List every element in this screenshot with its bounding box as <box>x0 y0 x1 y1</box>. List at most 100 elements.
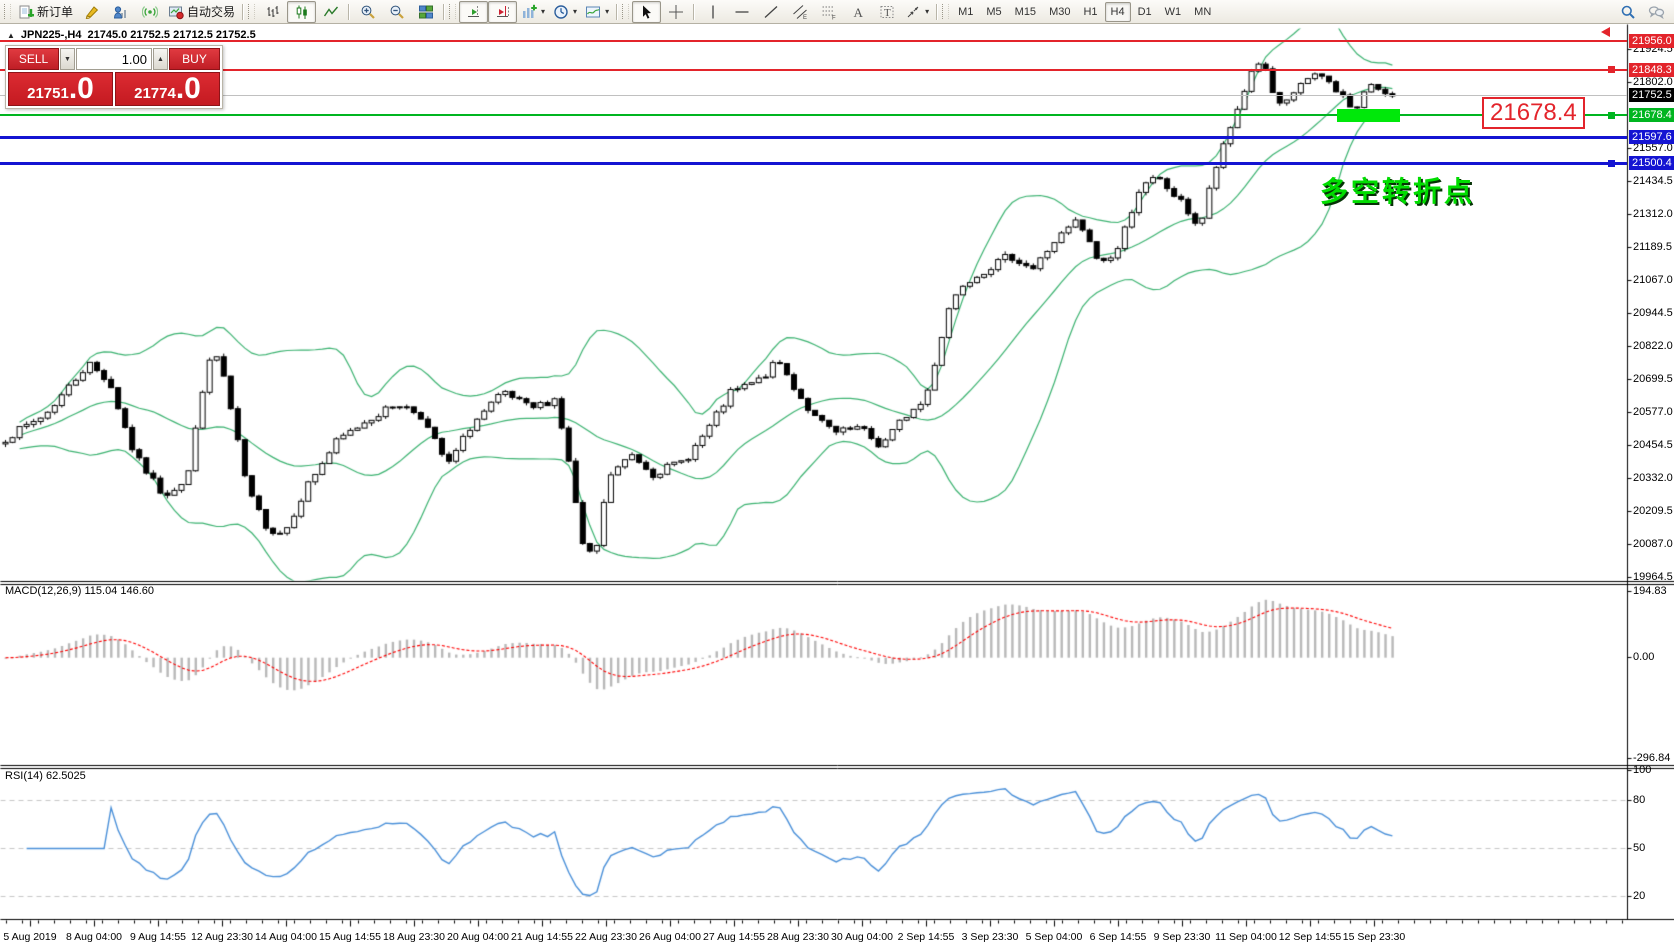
auto-scroll-icon <box>467 5 479 17</box>
toolbar-grip[interactable] <box>942 4 950 19</box>
auto-scroll-button[interactable] <box>459 0 489 23</box>
chart-shift-button[interactable] <box>488 0 518 23</box>
fibonacci-icon: F <box>822 6 836 20</box>
periods-button[interactable]: ▾ <box>549 1 581 23</box>
timeframe-W1[interactable]: W1 <box>1159 2 1188 22</box>
toolbar-grip[interactable] <box>4 4 11 19</box>
clock-icon <box>554 4 568 19</box>
profile-button[interactable] <box>106 1 135 23</box>
autotrade-button[interactable]: 自动交易 <box>164 1 239 23</box>
timeframe-M30[interactable]: M30 <box>1043 2 1076 22</box>
trendline-tool-button[interactable] <box>756 1 785 23</box>
collapse-panel-icon[interactable]: ▲ <box>7 31 15 40</box>
timeframe-M1[interactable]: M1 <box>952 2 979 22</box>
signal-button[interactable] <box>135 1 164 23</box>
timeframe-H1[interactable]: H1 <box>1077 2 1103 22</box>
svg-text:F: F <box>832 15 836 20</box>
zoom-out-button[interactable] <box>382 1 411 23</box>
trendline-icon <box>764 5 778 18</box>
sell-price-main: 21751 <box>27 84 69 102</box>
cursor-tool-button[interactable] <box>632 0 662 23</box>
line-handle-21848.3[interactable] <box>1608 66 1615 74</box>
horizontal-line-21848.3[interactable] <box>0 68 1627 71</box>
tile-windows-icon <box>418 5 433 18</box>
indicators-button[interactable]: ▾ <box>517 1 549 23</box>
timeframe-M15[interactable]: M15 <box>1009 2 1042 22</box>
toolbar-separator <box>616 3 619 20</box>
sell-button[interactable]: SELL <box>8 48 59 70</box>
horizontal-line-21752.5[interactable] <box>0 94 1627 96</box>
timeframe-group: M1 M5 M15 M30 H1 H4 D1 W1 MN <box>952 1 1217 22</box>
buy-price-main: 21774 <box>134 84 176 102</box>
new-order-label: 新订单 <box>37 5 74 19</box>
templates-dropdown-caret[interactable]: ▾ <box>605 7 609 16</box>
arrows-dropdown-caret[interactable]: ▾ <box>925 7 929 16</box>
crosshair-tool-button[interactable] <box>661 1 690 23</box>
zoom-in-icon <box>361 5 375 19</box>
rsi-indicator-label: RSI(14) 62.5025 <box>5 770 86 782</box>
timeframe-M5[interactable]: M5 <box>980 2 1007 22</box>
horizontal-line-21500.4[interactable] <box>0 161 1627 165</box>
macd-indicator-label: MACD(12,26,9) 115.04 146.60 <box>5 585 154 597</box>
text-icon: A <box>853 5 863 20</box>
candlestick-icon <box>296 5 307 19</box>
line-handle-21500.4[interactable] <box>1608 159 1615 167</box>
toolbar-separator <box>348 3 351 20</box>
svg-text:A: A <box>853 5 863 20</box>
zoom-out-icon <box>390 5 404 19</box>
vertical-line-tool-button[interactable] <box>698 1 727 23</box>
toolbar-grip[interactable] <box>449 4 457 19</box>
toolbar-separator <box>936 3 939 20</box>
toolbar-grip[interactable] <box>248 4 256 19</box>
fibonacci-tool-button[interactable]: F <box>814 1 843 23</box>
chart-shift-icon <box>496 5 509 17</box>
search-button[interactable] <box>1613 1 1642 23</box>
price-annotation-box[interactable]: 21678.4 <box>1482 97 1585 129</box>
timeframe-H4[interactable]: H4 <box>1104 1 1131 22</box>
highlighter-button[interactable] <box>77 1 106 23</box>
templates-button[interactable]: ▾ <box>581 1 613 23</box>
template-icon <box>586 6 601 17</box>
toolbar-separator <box>242 3 245 20</box>
indicators-icon <box>523 4 537 18</box>
tile-windows-button[interactable] <box>411 1 440 23</box>
support-zone-rectangle[interactable] <box>1337 108 1400 122</box>
sell-price-display[interactable]: 21751 .0 <box>8 72 113 106</box>
horizontal-line-21597.6[interactable] <box>0 135 1627 139</box>
volume-increase-button[interactable]: ▲ <box>153 48 168 70</box>
cursor-icon <box>642 5 651 19</box>
periods-dropdown-caret[interactable]: ▾ <box>573 7 577 16</box>
buy-price-display[interactable]: 21774 .0 <box>115 72 220 106</box>
toolbar-separator <box>693 3 696 20</box>
ohlc-values: 21745.0 21752.5 21712.5 21752.5 <box>87 29 256 41</box>
text-tool-button[interactable]: A <box>843 1 872 23</box>
buy-button[interactable]: BUY <box>169 48 220 70</box>
highlighter-icon <box>85 5 98 19</box>
new-order-icon <box>19 5 34 18</box>
chart-end-marker-icon[interactable] <box>1601 27 1610 37</box>
chat-button[interactable] <box>1642 1 1671 23</box>
timeframe-D1[interactable]: D1 <box>1132 2 1158 22</box>
volume-input[interactable] <box>76 48 152 70</box>
arrows-tool-button[interactable]: ▾ <box>901 1 933 23</box>
zoom-in-button[interactable] <box>353 1 382 23</box>
buy-price-fraction: .0 <box>175 72 201 105</box>
svg-text:T: T <box>884 7 891 19</box>
chart-canvas[interactable] <box>0 0 1674 947</box>
new-order-button[interactable]: 新订单 <box>14 1 77 23</box>
text-label-tool-button[interactable]: T <box>872 1 901 23</box>
line-handle-21678.4[interactable] <box>1608 111 1615 119</box>
vertical-line-icon <box>711 5 714 18</box>
turning-point-note[interactable]: 多空转折点 <box>1320 170 1475 210</box>
horizontal-line-tool-button[interactable] <box>727 1 756 23</box>
bar-chart-mode-button[interactable] <box>258 1 287 23</box>
timeframe-MN[interactable]: MN <box>1188 2 1217 22</box>
equidistant-channel-tool-button[interactable]: E <box>785 1 814 23</box>
volume-decrease-button[interactable]: ▼ <box>60 48 75 70</box>
sell-price-fraction: .0 <box>68 72 94 105</box>
toolbar-grip[interactable] <box>622 4 630 19</box>
indicators-dropdown-caret[interactable]: ▾ <box>541 7 545 16</box>
line-chart-mode-button[interactable] <box>316 1 345 23</box>
symbol-period: JPN225-,H4 <box>20 29 82 41</box>
candlestick-mode-button[interactable] <box>287 0 317 23</box>
